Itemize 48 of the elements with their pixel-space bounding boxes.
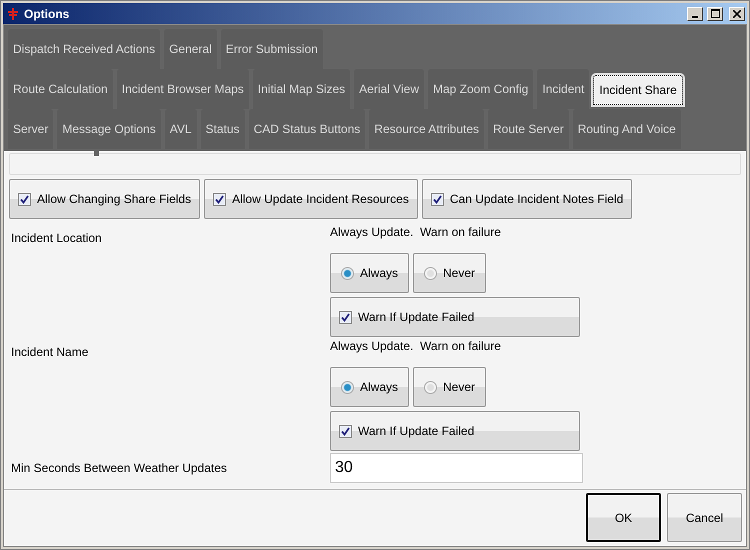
checkbox[interactable]: [213, 192, 226, 206]
checkbox-button[interactable]: Allow Update Incident Resources: [204, 179, 418, 219]
tab[interactable]: Initial Map Sizes: [252, 69, 350, 109]
dialog-button[interactable]: Cancel: [667, 493, 742, 542]
checkbox-button[interactable]: Allow Changing Share Fields: [9, 179, 200, 219]
tab[interactable]: AVL: [164, 109, 197, 149]
setting-label: Incident Name: [11, 344, 90, 361]
minimize-icon: [692, 16, 698, 18]
tab[interactable]: Aerial View: [354, 69, 424, 109]
minimize-button[interactable]: [687, 6, 703, 20]
radio-button[interactable]: Never: [413, 367, 486, 407]
tab[interactable]: Message Options: [57, 109, 161, 149]
setting-label: Incident Location: [11, 230, 103, 247]
maximize-button[interactable]: [707, 6, 723, 20]
tab[interactable]: Status: [200, 109, 245, 149]
radio-button[interactable]: Always: [330, 253, 410, 293]
checkbox-button[interactable]: Warn If Update Failed: [330, 297, 580, 337]
tab[interactable]: General: [164, 29, 217, 69]
tab[interactable]: Incident Share: [593, 75, 683, 105]
tab[interactable]: Resource Attributes: [369, 109, 484, 149]
checkbox[interactable]: [430, 192, 444, 206]
tab[interactable]: Incident Browser Maps: [116, 69, 249, 109]
tab[interactable]: CAD Status Buttons: [248, 109, 366, 149]
tab[interactable]: Server: [8, 109, 54, 149]
dialog-button[interactable]: OK: [586, 493, 661, 542]
maximize-icon: [710, 9, 720, 18]
close-icon: [733, 10, 741, 18]
tab[interactable]: Error Submission: [220, 29, 323, 69]
checkbox[interactable]: [339, 424, 352, 438]
seconds-field[interactable]: 30: [330, 453, 583, 483]
setting-hint: Always Update. Warn on failure: [330, 339, 502, 353]
setting-label: Min Seconds Between Weather Updates: [11, 460, 228, 477]
app-icon: [6, 6, 20, 20]
tab[interactable]: Routing And Voice: [572, 109, 681, 149]
tab[interactable]: Route Server: [488, 109, 569, 149]
tab[interactable]: Incident: [537, 69, 590, 109]
checkbox[interactable]: [18, 192, 31, 206]
checkbox[interactable]: [339, 310, 352, 324]
setting-hint: Always Update. Warn on failure: [330, 225, 502, 239]
radio-button[interactable]: Never: [413, 253, 486, 293]
close-button[interactable]: [729, 6, 745, 20]
checkbox-button[interactable]: Can Update Incident Notes Field: [422, 179, 632, 219]
checkbox-button[interactable]: Warn If Update Failed: [330, 411, 580, 451]
tab[interactable]: Dispatch Received Actions: [8, 29, 160, 69]
tab[interactable]: Route Calculation: [8, 69, 113, 109]
window-title: Options: [24, 6, 70, 20]
radio-button[interactable]: Always: [330, 367, 410, 407]
tab[interactable]: Map Zoom Config: [428, 69, 534, 109]
